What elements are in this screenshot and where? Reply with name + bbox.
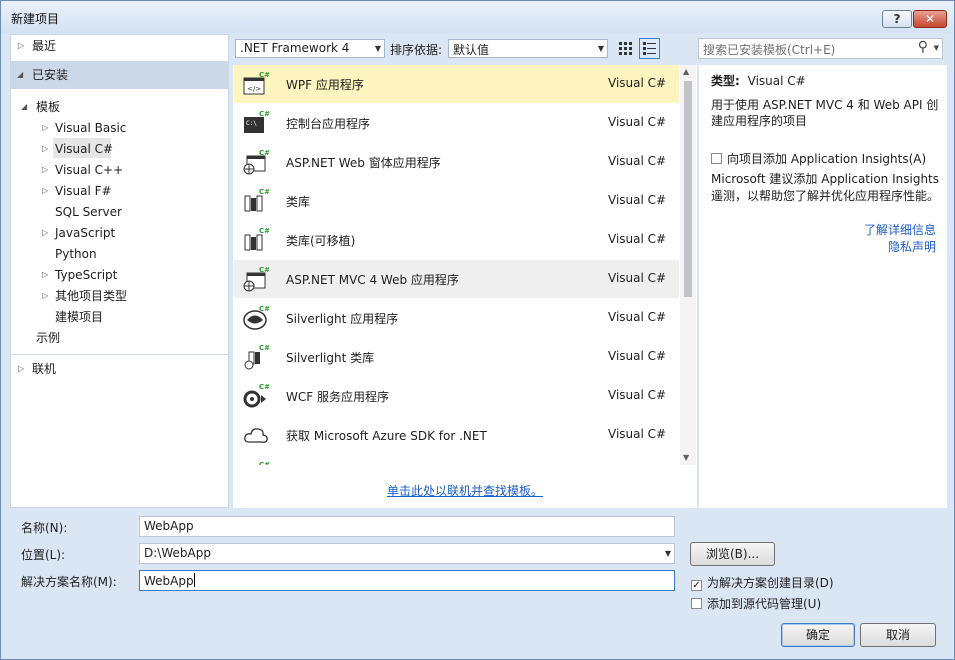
- list-item[interactable]: C# Silverlight 类库 Visual C#: [234, 338, 679, 376]
- cancel-button[interactable]: 取消: [860, 623, 936, 647]
- close-button[interactable]: ✕: [913, 10, 947, 28]
- checkbox-box[interactable]: [711, 153, 722, 164]
- dropdown-arrow-icon: ▼: [374, 44, 381, 53]
- close-icon: ✕: [924, 12, 936, 26]
- expand-arrow-icon[interactable]: ▷: [18, 36, 24, 56]
- insights-note: Microsoft 建议添加 Application Insights 遥测，以…: [711, 172, 940, 203]
- grid-view-icon: [619, 42, 632, 55]
- svg-text:C#: C#: [259, 461, 269, 465]
- template-list-scrollbar[interactable]: ▲ ▼: [680, 65, 696, 465]
- privacy-statement-link[interactable]: 隐私声明: [888, 238, 936, 255]
- wcf-service-icon: C#: [243, 383, 269, 408]
- web-forms-icon: C#: [243, 149, 269, 175]
- learn-more-link[interactable]: 了解详细信息: [864, 221, 936, 238]
- svg-text:C#: C#: [259, 149, 269, 157]
- scroll-down-icon[interactable]: ▼: [683, 453, 689, 462]
- expand-arrow-icon[interactable]: ▷: [42, 181, 48, 201]
- svg-text:C#: C#: [259, 188, 269, 196]
- browse-button[interactable]: 浏览(B)...: [690, 542, 775, 566]
- create-directory-checkbox[interactable]: ✓ 为解决方案创建目录(D): [691, 574, 834, 591]
- silverlight-library-icon: C#: [244, 344, 269, 370]
- checkbox-box[interactable]: [691, 598, 702, 609]
- location-combobox[interactable]: D:\WebApp ▼: [139, 543, 675, 564]
- cloud-icon: [244, 428, 268, 443]
- new-project-dialog: 新建项目 ? ✕ ▷ 最近 ◢ 已安装 ◢ 模板 ▷ Visual Basic …: [0, 0, 955, 660]
- chevron-down-icon[interactable]: ▼: [934, 44, 939, 52]
- list-item[interactable]: 获取 Microsoft Azure SDK for .NET Visual C…: [234, 416, 679, 454]
- checkbox-checked-icon[interactable]: ✓: [691, 580, 702, 591]
- framework-select[interactable]: .NET Framework 4 ▼: [235, 39, 385, 58]
- class-library-icon: C#: [244, 188, 269, 212]
- solution-name-input[interactable]: WebApp: [139, 570, 675, 591]
- sort-label: 排序依据:: [390, 43, 443, 57]
- project-name-input[interactable]: WebApp: [139, 516, 675, 537]
- expand-arrow-icon[interactable]: ▷: [42, 118, 48, 138]
- name-label: 名称(N):: [21, 521, 68, 535]
- list-view-button[interactable]: [639, 38, 660, 59]
- ok-button[interactable]: 确定: [781, 623, 855, 647]
- expand-arrow-icon[interactable]: ▷: [42, 139, 48, 159]
- tree-item-templates[interactable]: ◢ 模板: [11, 97, 228, 117]
- svg-text:C#: C#: [259, 71, 269, 79]
- small-icons-view-button[interactable]: [615, 38, 636, 59]
- help-icon: ?: [893, 12, 901, 26]
- scroll-up-icon[interactable]: ▲: [683, 67, 689, 76]
- window-title: 新建项目: [11, 12, 60, 26]
- tree-item-recent[interactable]: ▷ 最近: [11, 36, 228, 56]
- list-item-partial[interactable]: C#: [234, 455, 679, 465]
- template-description: 用于使用 ASP.NET MVC 4 和 Web API 创建应用程序的项目: [711, 98, 939, 128]
- search-icon[interactable]: ⚲: [918, 39, 928, 55]
- expand-arrow-icon[interactable]: ▷: [18, 359, 24, 379]
- help-button[interactable]: ?: [882, 10, 912, 28]
- tree-item-online[interactable]: ▷ 联机: [11, 359, 228, 379]
- list-item[interactable]: C# WCF 服务应用程序 Visual C#: [234, 377, 679, 415]
- expand-arrow-icon[interactable]: ▷: [42, 160, 48, 180]
- tree-item-installed[interactable]: ◢ 已安装: [11, 65, 228, 85]
- dropdown-arrow-icon[interactable]: ▼: [665, 549, 671, 558]
- find-templates-online-link[interactable]: 单击此处以联机并查找模板。: [387, 482, 543, 499]
- svg-text:C#: C#: [259, 383, 269, 391]
- expand-arrow-icon[interactable]: ▷: [42, 286, 48, 306]
- template-search-input[interactable]: 搜索已安装模板(Ctrl+E) ⚲ ▼: [698, 38, 943, 59]
- expand-arrow-icon[interactable]: ▷: [42, 223, 48, 243]
- template-type: 类型: Visual C#: [711, 74, 806, 88]
- svg-text:C#: C#: [259, 227, 269, 235]
- svg-text:C:\: C:\: [246, 120, 257, 127]
- template-icon: C#: [259, 461, 269, 465]
- list-view-icon: [643, 42, 656, 55]
- template-details-pane: 类型: Visual C# 用于使用 ASP.NET MVC 4 和 Web A…: [699, 65, 947, 508]
- svg-text:</>: </>: [247, 85, 261, 93]
- silverlight-app-icon: C#: [243, 305, 269, 330]
- collapse-arrow-icon[interactable]: ◢: [21, 97, 27, 117]
- sort-select[interactable]: 默认值 ▼: [448, 39, 608, 58]
- collapse-arrow-icon[interactable]: ◢: [17, 65, 23, 85]
- list-item[interactable]: </> C# WPF 应用程序 Visual C#: [234, 65, 679, 103]
- portable-library-icon: C#: [244, 227, 269, 251]
- scrollbar-thumb[interactable]: [684, 81, 692, 297]
- add-source-control-checkbox[interactable]: 添加到源代码管理(U): [691, 595, 821, 612]
- list-item[interactable]: C# ASP.NET MVC 4 Web 应用程序 Visual C#: [234, 260, 679, 298]
- location-label: 位置(L):: [21, 548, 66, 562]
- wpf-app-icon: </> C#: [243, 71, 269, 95]
- template-list: </> C# WPF 应用程序 Visual C# C:\ C# 控制台应用程序…: [233, 65, 697, 508]
- insights-checkbox[interactable]: 向项目添加 Application Insights(A): [711, 150, 926, 167]
- mvc-app-icon: C#: [243, 266, 269, 292]
- svg-text:C#: C#: [259, 305, 269, 313]
- list-item[interactable]: C# 类库 Visual C#: [234, 182, 679, 220]
- svg-text:C#: C#: [259, 266, 269, 274]
- text-caret: [193, 573, 195, 587]
- list-item[interactable]: C# 类库(可移植) Visual C#: [234, 221, 679, 259]
- dropdown-arrow-icon: ▼: [597, 44, 604, 53]
- solution-name-label: 解决方案名称(M):: [21, 575, 117, 589]
- template-category-tree: ▷ 最近 ◢ 已安装 ◢ 模板 ▷ Visual Basic ▷ Visual …: [10, 34, 229, 508]
- list-item[interactable]: C# Silverlight 应用程序 Visual C#: [234, 299, 679, 337]
- title-bar: 新建项目 ? ✕: [1, 1, 954, 33]
- svg-text:C#: C#: [259, 110, 269, 118]
- expand-arrow-icon[interactable]: ▷: [42, 265, 48, 285]
- svg-text:C#: C#: [259, 344, 269, 352]
- console-app-icon: C:\ C#: [244, 110, 269, 133]
- list-item[interactable]: C:\ C# 控制台应用程序 Visual C#: [234, 104, 679, 142]
- list-item[interactable]: C# ASP.NET Web 窗体应用程序 Visual C#: [234, 143, 679, 181]
- tree-divider: [11, 354, 228, 355]
